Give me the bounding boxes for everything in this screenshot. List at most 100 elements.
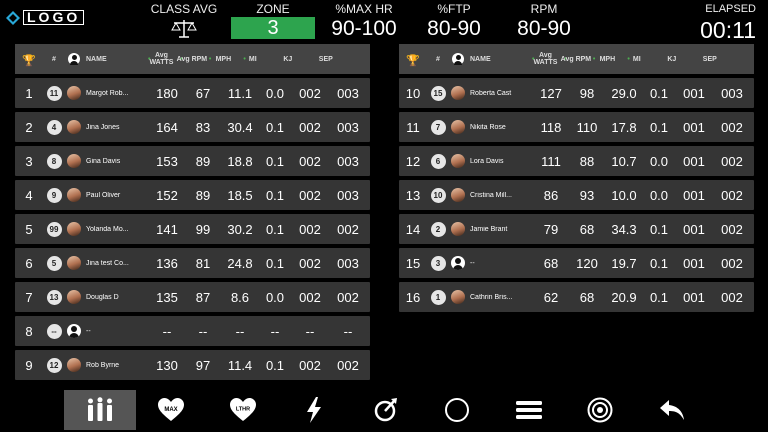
menu-button[interactable] (493, 390, 565, 430)
rider-name: Jina test Co... (86, 259, 129, 267)
sep: -- (343, 323, 353, 339)
mph: 18.8 (227, 153, 253, 169)
user-icon (449, 53, 467, 65)
bib-number: 6 (430, 153, 446, 169)
bib-badge: 2 (427, 221, 449, 237)
zone: ZONE 3 (231, 2, 315, 39)
rider-name: Gina Davis (86, 157, 121, 165)
mi: 0.0 (265, 289, 285, 305)
mph: 10.7 (611, 153, 637, 169)
mi: 0.1 (265, 221, 285, 237)
leaderboard-row[interactable]: 16 1 Cathrin Bris... 62 68 20.9 0.1 001 002 (399, 282, 754, 312)
leaderboard-row[interactable]: 12 6 Lora Davis 111 88 10.7 0.0 001 002 (399, 146, 754, 176)
avatar (65, 120, 83, 134)
leaderboard-row[interactable]: 3 8 Gina Davis 153 89 18.8 0.1 002 003 (15, 146, 370, 176)
bib-number: -- (46, 323, 62, 339)
circle-button[interactable] (422, 390, 494, 430)
bib-badge: 7 (427, 119, 449, 135)
ftp: %FTP 80-90 (421, 2, 487, 42)
avg-rpm: 67 (195, 85, 211, 101)
leaderboard-right: 🏆 # NAME • Avg WATTS • Avg RPM • MPH • M… (399, 44, 754, 312)
mph: 11.1 (227, 85, 253, 101)
leaderboard-row[interactable]: 4 9 Paul Oliver 152 89 18.5 0.1 002 003 (15, 180, 370, 210)
lthr-label: LTHR (236, 407, 250, 413)
bib-badge: 11 (43, 85, 65, 101)
rider-name: Roberta Cast (470, 89, 512, 97)
leaderboard-row[interactable]: 15 3 -- 68 120 19.7 0.1 001 002 (399, 248, 754, 278)
rider-name: Cristina Mill... (470, 191, 513, 199)
rider-name: Jina Jones (86, 123, 120, 131)
avatar (65, 324, 83, 338)
avatar (449, 188, 467, 202)
sep: 002 (721, 289, 743, 305)
power-button[interactable] (279, 390, 351, 430)
avatar (449, 222, 467, 236)
avg-watts: 153 (156, 153, 178, 169)
max-label: MAX (165, 407, 178, 413)
bib-badge: 99 (43, 221, 65, 237)
bib-number: 7 (430, 119, 446, 135)
avg-watts: -- (162, 323, 172, 339)
avg-rpm: 87 (195, 289, 211, 305)
leaderboard-row[interactable]: 9 12 Rob Byrne 130 97 11.4 0.1 002 002 (15, 350, 370, 380)
mi: 0.1 (265, 187, 285, 203)
bottom-toolbar: MAX LTHR (64, 390, 708, 430)
bib-number: 4 (46, 119, 62, 135)
back-button[interactable] (636, 390, 708, 430)
leaderboard-row[interactable]: 14 2 Jamie Brant 79 68 34.3 0.1 001 002 (399, 214, 754, 244)
leaderboard-row[interactable]: 13 10 Cristina Mill... 86 93 10.0 0.0 001 002 (399, 180, 754, 210)
column-header: 🏆 # NAME • Avg WATTS • Avg RPM • MPH • M… (15, 44, 370, 74)
avg-watts: 68 (543, 255, 559, 271)
class-avg-label: CLASS AVG (150, 2, 218, 16)
max-hr-button[interactable]: MAX (136, 390, 208, 430)
leaderboard-row[interactable]: 8 -- -- -- -- -- -- -- -- (15, 316, 370, 346)
bib-number: 10 (430, 187, 446, 203)
mi: 0.1 (649, 255, 669, 271)
mi: 0.0 (265, 85, 285, 101)
mph: 18.5 (227, 187, 253, 203)
rank: 3 (25, 153, 33, 169)
kj: 001 (683, 153, 705, 169)
rider-name: -- (86, 327, 91, 335)
lthr-button[interactable]: LTHR (207, 390, 279, 430)
bib-number: 13 (46, 289, 62, 305)
leaderboard-row[interactable]: 1 11 Margot Rob... 180 67 11.1 0.0 002 003 (15, 78, 370, 108)
sep: 002 (337, 289, 359, 305)
cadence-button[interactable] (350, 390, 422, 430)
avg-rpm: 68 (579, 221, 595, 237)
avatar (65, 290, 83, 304)
rider-name: Nikita Rose (470, 123, 506, 131)
col-kj: KJ (283, 55, 293, 63)
rank: 6 (25, 255, 33, 271)
leaderboard-row[interactable]: 5 99 Yolanda Mo... 141 99 30.2 0.1 002 002 (15, 214, 370, 244)
rpm-value: 80-90 (517, 17, 571, 40)
rider-name: -- (470, 259, 475, 267)
bib-badge: 3 (427, 255, 449, 271)
avg-watts: 118 (540, 119, 562, 135)
sep: 003 (337, 255, 359, 271)
leaderboard-row[interactable]: 2 4 Jina Jones 164 83 30.4 0.1 002 003 (15, 112, 370, 142)
rank: 9 (25, 357, 33, 373)
avg-watts: 79 (543, 221, 559, 237)
avg-watts: 62 (543, 289, 559, 305)
rpm-label: RPM (530, 2, 558, 16)
kj: 002 (299, 357, 321, 373)
mi: 0.1 (649, 289, 669, 305)
sep: 003 (337, 85, 359, 101)
leaderboard-row[interactable]: 6 5 Jina test Co... 136 81 24.8 0.1 002 003 (15, 248, 370, 278)
kj: 001 (683, 85, 705, 101)
avatar (65, 358, 83, 372)
kj: 001 (683, 221, 705, 237)
group-view-button[interactable] (64, 390, 136, 430)
bib-badge: 9 (43, 187, 65, 203)
leaderboard-row[interactable]: 7 13 Douglas D 135 87 8.6 0.0 002 002 (15, 282, 370, 312)
kj: 002 (299, 119, 321, 135)
kj: 002 (299, 255, 321, 271)
rpm: RPM 80-90 (511, 2, 577, 42)
leaderboard-row[interactable]: 10 15 Roberta Cast 127 98 29.0 0.1 001 003 (399, 78, 754, 108)
target-button[interactable] (565, 390, 637, 430)
sep: 002 (721, 153, 743, 169)
rank: 11 (406, 119, 420, 135)
leaderboard-row[interactable]: 11 7 Nikita Rose 118 110 17.8 0.1 001 002 (399, 112, 754, 142)
mi: 0.1 (649, 221, 669, 237)
